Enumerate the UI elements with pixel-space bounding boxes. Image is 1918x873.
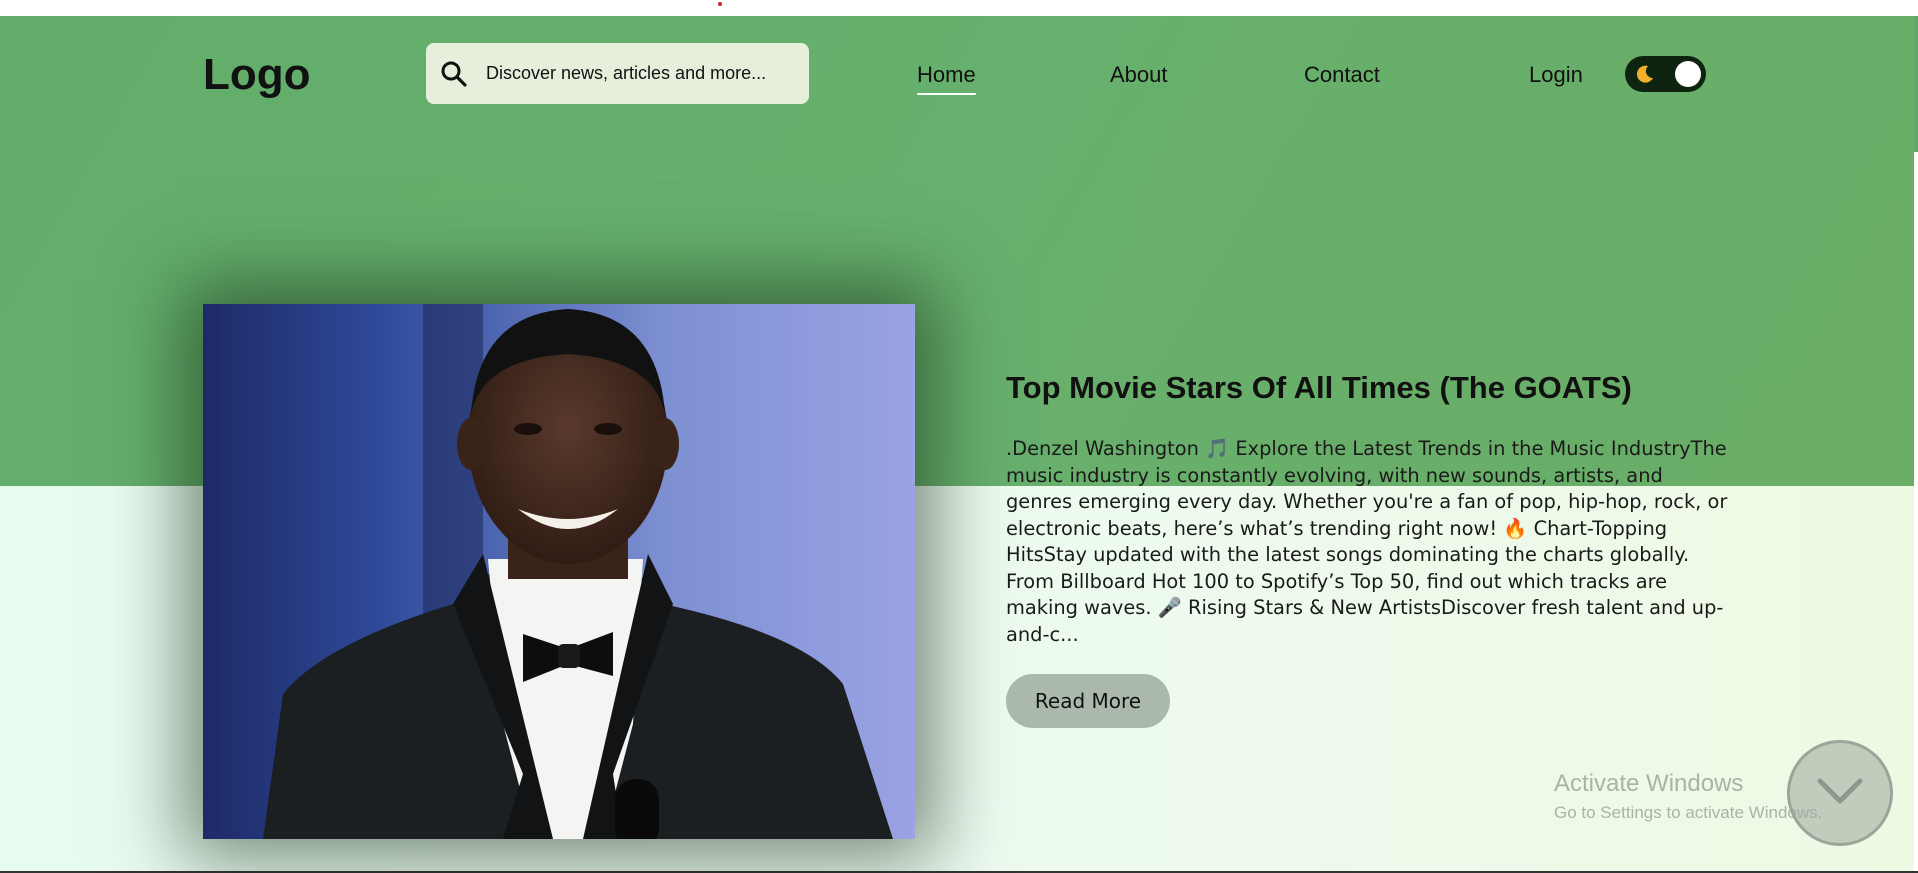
article-excerpt: .Denzel Washington 🎵 Explore the Latest … xyxy=(1006,437,1728,646)
activate-windows-subtitle: Go to Settings to activate Windows. xyxy=(1554,803,1823,822)
indicator-dot xyxy=(718,2,722,6)
page: Logo Home About Contact Login xyxy=(0,0,1918,873)
nav-about-link[interactable]: About xyxy=(1110,62,1168,88)
toggle-knob xyxy=(1675,61,1701,87)
scrollbar-track[interactable] xyxy=(1914,16,1918,873)
scroll-down-button[interactable] xyxy=(1787,740,1893,846)
search-input[interactable] xyxy=(486,43,796,104)
read-more-button[interactable]: Read More xyxy=(1006,674,1170,728)
article-image[interactable] xyxy=(203,304,915,839)
nav-home-link[interactable]: Home xyxy=(917,62,976,95)
nav-contact-link[interactable]: Contact xyxy=(1304,62,1380,88)
portrait-photo xyxy=(203,304,915,839)
login-link[interactable]: Login xyxy=(1529,62,1583,88)
search-bar[interactable] xyxy=(426,43,809,104)
search-icon[interactable] xyxy=(440,60,468,88)
activate-windows-title: Activate Windows xyxy=(1554,770,1744,797)
nav-home-label: Home xyxy=(917,62,976,87)
scrollbar-thumb[interactable] xyxy=(1914,16,1918,152)
site-logo[interactable]: Logo xyxy=(203,50,311,100)
top-strip xyxy=(0,0,1918,16)
active-nav-underline xyxy=(917,93,976,95)
moon-icon xyxy=(1634,63,1656,85)
article-title[interactable]: Top Movie Stars Of All Times (The GOATS) xyxy=(1006,370,1766,406)
theme-toggle[interactable] xyxy=(1625,56,1706,92)
